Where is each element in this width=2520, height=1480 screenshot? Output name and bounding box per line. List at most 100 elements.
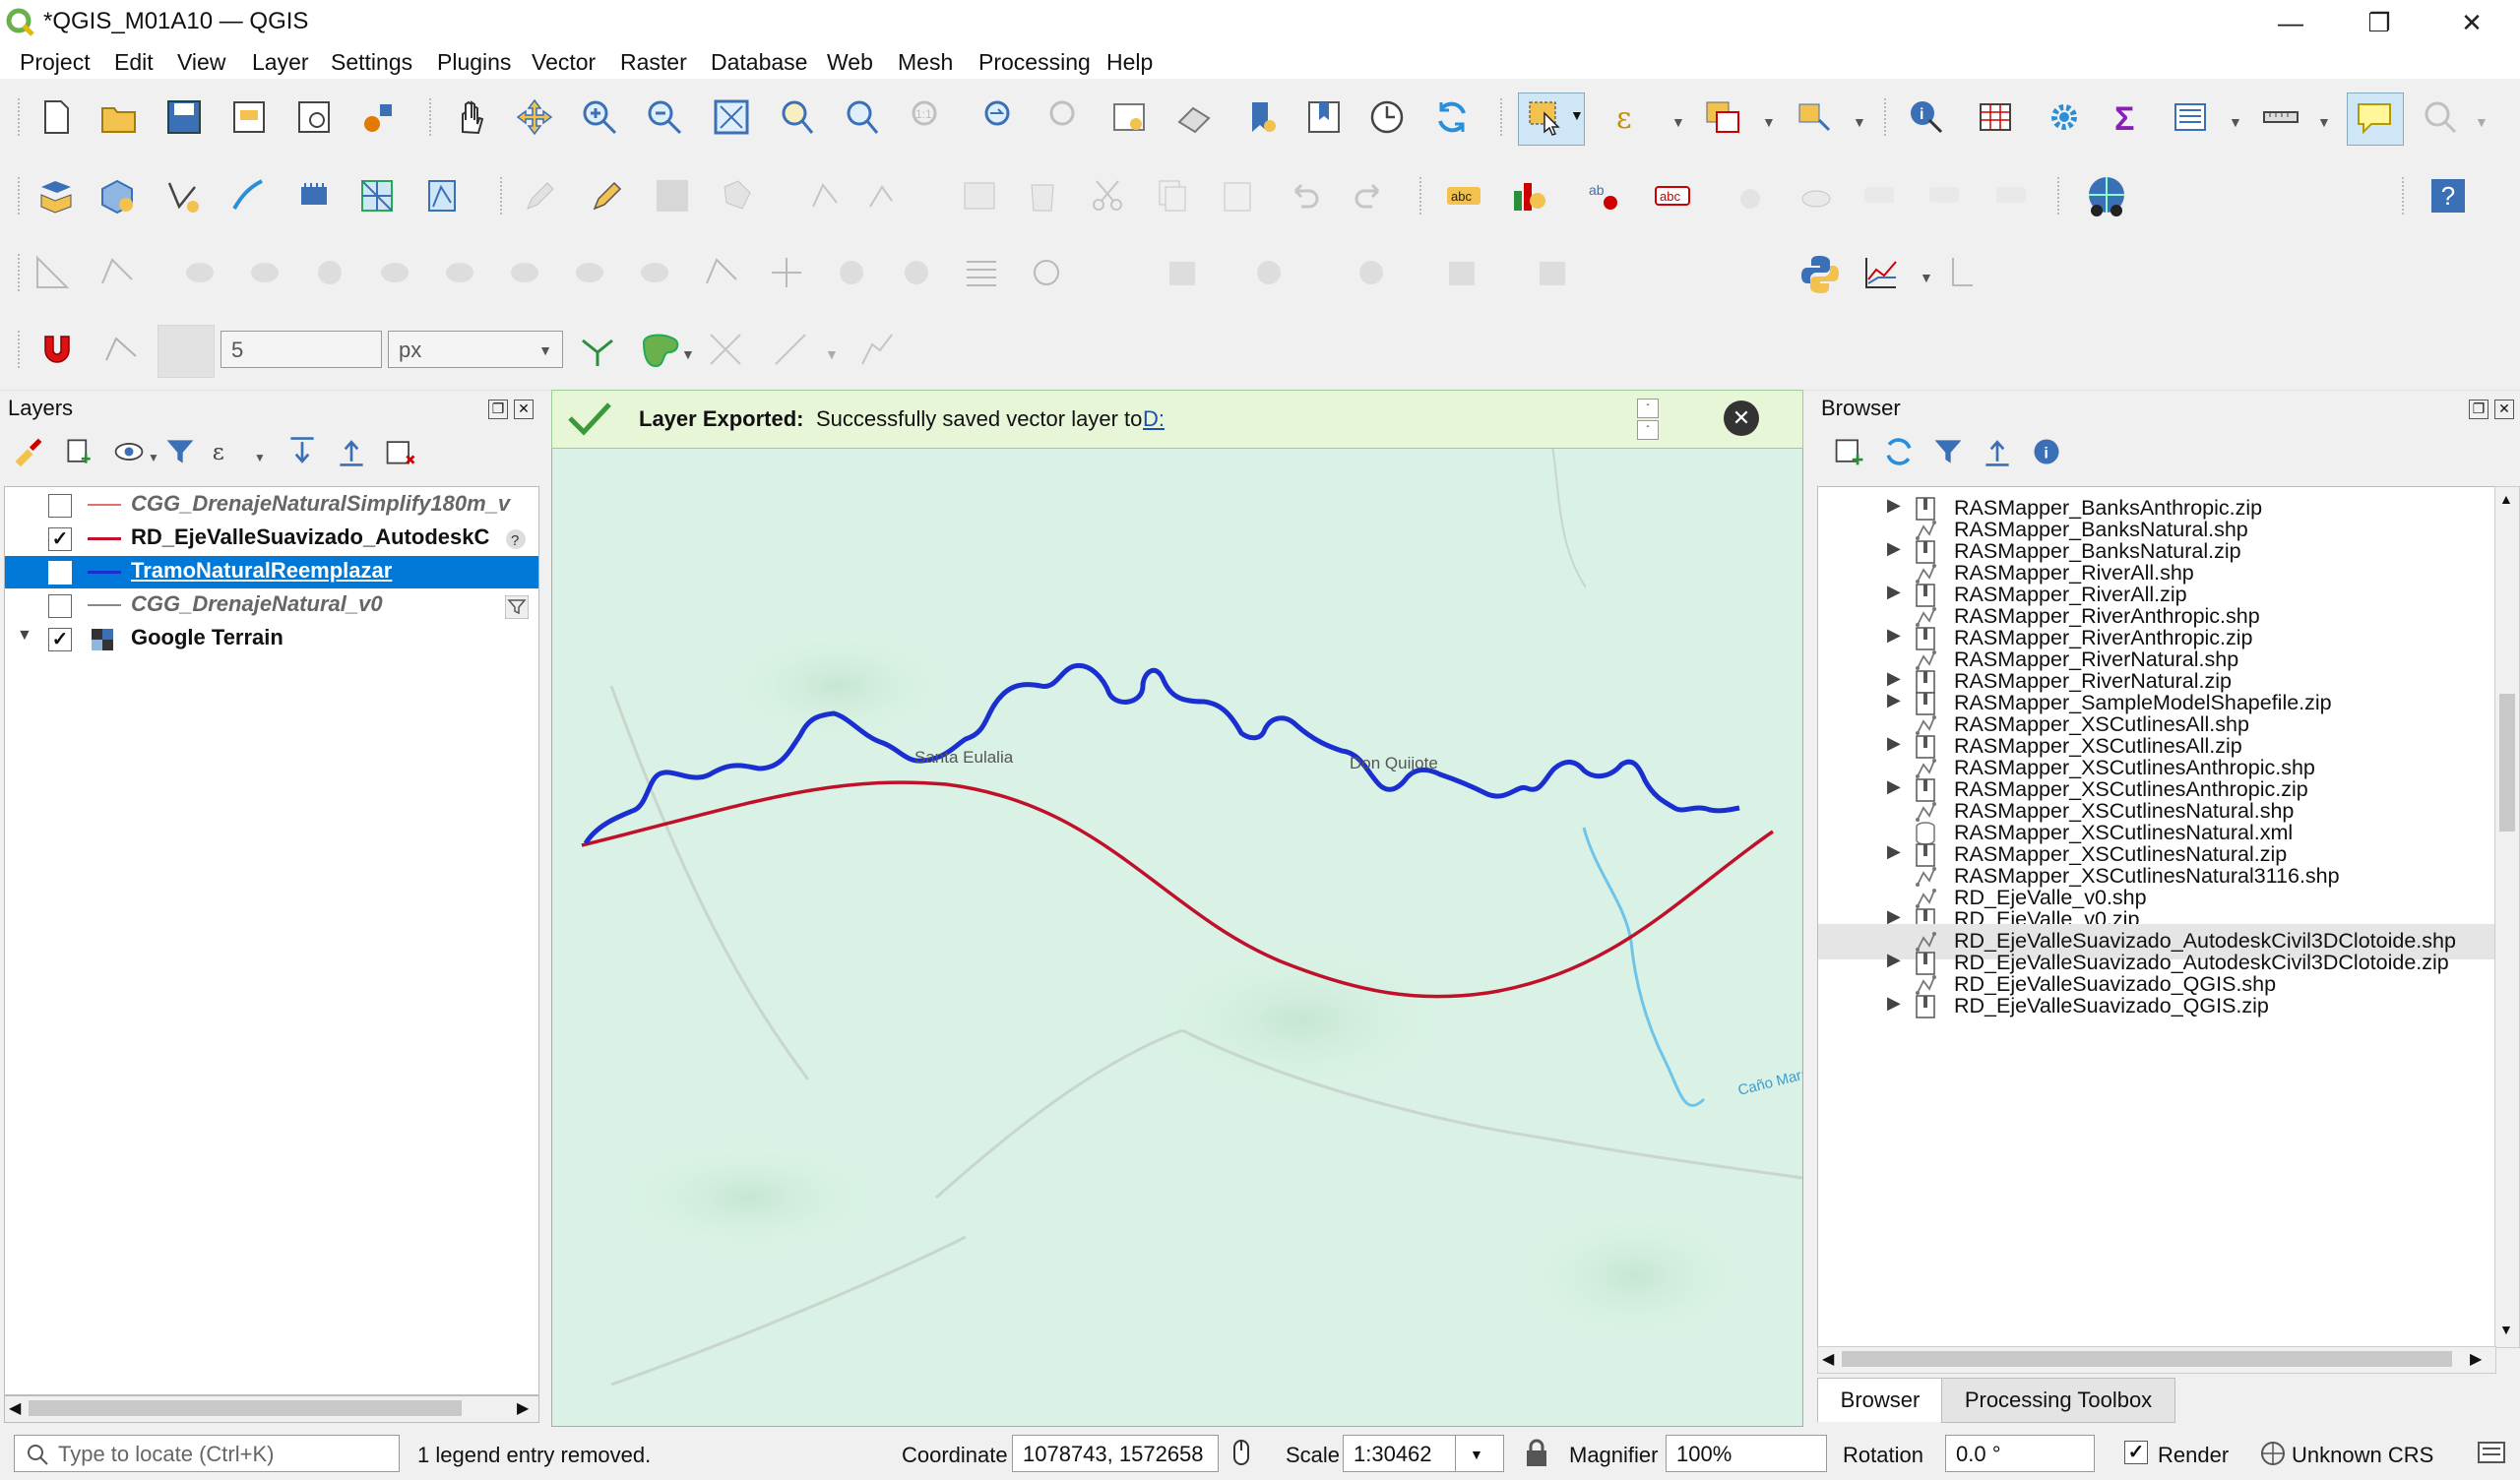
zoom-full-icon[interactable] bbox=[713, 98, 750, 136]
menu-plugins[interactable]: Plugins bbox=[437, 49, 511, 76]
expand-all-icon[interactable] bbox=[285, 435, 319, 468]
layer-visibility-checkbox[interactable] bbox=[48, 494, 72, 518]
select-features-button[interactable]: ▼ bbox=[1518, 92, 1585, 146]
scrollbar-thumb[interactable] bbox=[1842, 1351, 2452, 1367]
new-virtual-layer-icon[interactable] bbox=[295, 177, 333, 215]
select-by-location-icon[interactable] bbox=[1796, 98, 1833, 136]
menu-database[interactable]: Database bbox=[711, 49, 807, 76]
menu-processing[interactable]: Processing bbox=[978, 49, 1091, 76]
toggle-extents-mouse-icon[interactable] bbox=[1227, 1439, 1256, 1468]
scroll-left-icon[interactable]: ◀ bbox=[1822, 1349, 1834, 1369]
float-panel-button[interactable]: ❐ bbox=[488, 400, 508, 419]
add-selected-layers-icon[interactable] bbox=[1833, 435, 1866, 468]
collapse-all-icon[interactable] bbox=[1981, 435, 2014, 468]
scrollbar-thumb[interactable] bbox=[29, 1400, 462, 1416]
menu-vector[interactable]: Vector bbox=[532, 49, 596, 76]
new-geopackage-layer-icon[interactable] bbox=[98, 177, 136, 215]
messages-icon[interactable] bbox=[2477, 1439, 2506, 1468]
float-panel-button[interactable]: ❐ bbox=[2469, 400, 2488, 419]
scroll-right-icon[interactable]: ▶ bbox=[2470, 1349, 2482, 1369]
snapping-magnet-icon[interactable] bbox=[37, 331, 75, 368]
horizontal-scrollbar[interactable]: ◀ ▶ bbox=[4, 1395, 539, 1423]
open-layer-styling-icon[interactable] bbox=[12, 435, 45, 468]
python-console-icon[interactable] bbox=[1799, 254, 1841, 295]
filter-icon[interactable] bbox=[505, 595, 529, 619]
magnifier-spinbox[interactable]: 100% bbox=[1666, 1435, 1827, 1472]
chevron-down-icon[interactable]: ▼ bbox=[148, 451, 159, 464]
chevron-down-icon[interactable]: ▼ bbox=[681, 346, 695, 362]
deselect-features-icon[interactable] bbox=[1703, 98, 1740, 136]
message-link[interactable]: D: bbox=[1143, 406, 1165, 432]
layout-manager-icon[interactable] bbox=[295, 98, 333, 136]
scroll-up-button[interactable]: - bbox=[1637, 399, 1659, 418]
scroll-down-button[interactable]: - bbox=[1637, 420, 1659, 440]
scale-dropdown-button[interactable]: ▼ bbox=[1455, 1435, 1504, 1472]
snapping-tolerance-spinbox[interactable]: 5 bbox=[220, 331, 382, 368]
scrollbar-thumb[interactable] bbox=[2499, 694, 2515, 832]
zoom-in-icon[interactable] bbox=[581, 98, 618, 136]
horizontal-scrollbar[interactable]: ◀ ▶ bbox=[1817, 1346, 2496, 1374]
profile-tool-icon[interactable] bbox=[1862, 254, 1900, 291]
menu-mesh[interactable]: Mesh bbox=[898, 49, 953, 76]
crs-label[interactable]: Unknown CRS bbox=[2292, 1443, 2433, 1468]
menu-settings[interactable]: Settings bbox=[331, 49, 412, 76]
new-project-icon[interactable] bbox=[37, 98, 75, 136]
scroll-left-icon[interactable]: ◀ bbox=[9, 1398, 21, 1418]
filter-browser-icon[interactable] bbox=[1931, 435, 1965, 468]
select-by-expression-icon[interactable]: ε bbox=[1614, 98, 1652, 136]
pan-to-selection-icon[interactable] bbox=[516, 98, 553, 136]
close-panel-button[interactable]: ✕ bbox=[514, 400, 534, 419]
new-3d-map-view-icon[interactable] bbox=[1175, 98, 1213, 136]
map-tips-button[interactable] bbox=[2347, 92, 2404, 146]
zoom-to-selection-icon[interactable] bbox=[778, 98, 815, 136]
new-map-view-icon[interactable] bbox=[1110, 98, 1148, 136]
minimize-button[interactable]: — bbox=[2246, 0, 2335, 45]
map-canvas[interactable]: Santa Eulalia Don Quijote Caño Mara bbox=[551, 390, 1803, 1427]
toggle-editing-pencil-icon[interactable] bbox=[589, 177, 626, 215]
menu-project[interactable]: Project bbox=[20, 49, 91, 76]
zoom-last-icon[interactable] bbox=[980, 98, 1018, 136]
chevron-down-icon[interactable]: ▼ bbox=[254, 451, 266, 464]
layer-visibility-checkbox[interactable]: ✓ bbox=[48, 561, 72, 585]
manage-map-themes-eye-icon[interactable] bbox=[112, 435, 146, 468]
new-shapefile-layer-icon[interactable] bbox=[163, 177, 201, 215]
layer-visibility-checkbox[interactable]: ✓ bbox=[48, 527, 72, 551]
crs-globe-icon[interactable] bbox=[2260, 1441, 2286, 1466]
layer-labeling-abc-icon[interactable]: abc bbox=[1445, 177, 1482, 215]
zoom-out-icon[interactable] bbox=[646, 98, 683, 136]
expand-arrow-icon[interactable]: ▼ bbox=[17, 627, 32, 645]
open-project-icon[interactable] bbox=[100, 98, 138, 136]
topological-editing-icon[interactable] bbox=[579, 331, 616, 368]
lock-scale-icon[interactable] bbox=[1524, 1439, 1549, 1468]
layer-visibility-checkbox[interactable]: ✓ bbox=[48, 628, 72, 651]
layer-row[interactable]: ✓ RD_EjeValleSuavizado_AutodeskC ? bbox=[5, 523, 538, 555]
add-group-icon[interactable] bbox=[63, 435, 96, 468]
layer-visibility-checkbox[interactable] bbox=[48, 594, 72, 618]
pin-unpin-labels-icon[interactable]: ab bbox=[1587, 177, 1624, 215]
tab-processing-toolbox[interactable]: Processing Toolbox bbox=[1941, 1378, 2175, 1423]
zoom-to-layer-icon[interactable] bbox=[843, 98, 880, 136]
measure-line-icon[interactable] bbox=[2262, 98, 2300, 136]
pan-map-icon[interactable] bbox=[453, 98, 490, 136]
help-contents-icon[interactable]: ? bbox=[2431, 179, 2465, 213]
menu-help[interactable]: Help bbox=[1106, 49, 1153, 76]
highlight-pinned-labels-icon[interactable]: abc bbox=[1654, 177, 1691, 215]
scroll-up-icon[interactable]: ▲ bbox=[2499, 491, 2513, 507]
layer-row[interactable]: CGG_DrenajeNatural_v0 bbox=[5, 589, 538, 622]
layer-row[interactable]: ▼ ✓ Google Terrain bbox=[5, 623, 538, 655]
scroll-right-icon[interactable]: ▶ bbox=[517, 1398, 529, 1418]
chevron-down-icon[interactable]: ▼ bbox=[1570, 107, 1584, 123]
layer-row[interactable]: CGG_DrenajeNaturalSimplify180m_v bbox=[5, 489, 538, 522]
menu-edit[interactable]: Edit bbox=[114, 49, 154, 76]
expand-arrow-icon[interactable]: ▶ bbox=[1887, 993, 1901, 1014]
chevron-down-icon[interactable]: ▼ bbox=[2317, 114, 2331, 130]
maximize-button[interactable]: ❐ bbox=[2335, 0, 2424, 45]
chevron-down-icon[interactable]: ▼ bbox=[1671, 114, 1685, 130]
new-spatialite-layer-icon[interactable] bbox=[423, 177, 461, 215]
coordinate-field[interactable]: 1078743, 1572658 bbox=[1012, 1435, 1219, 1472]
vertical-scrollbar[interactable]: ▲ ▼ bbox=[2494, 486, 2520, 1348]
refresh-browser-icon[interactable] bbox=[1882, 435, 1916, 468]
filter-legend-icon[interactable] bbox=[163, 435, 197, 468]
snapping-mode-button[interactable] bbox=[158, 325, 215, 378]
new-mesh-layer-icon[interactable] bbox=[358, 177, 396, 215]
